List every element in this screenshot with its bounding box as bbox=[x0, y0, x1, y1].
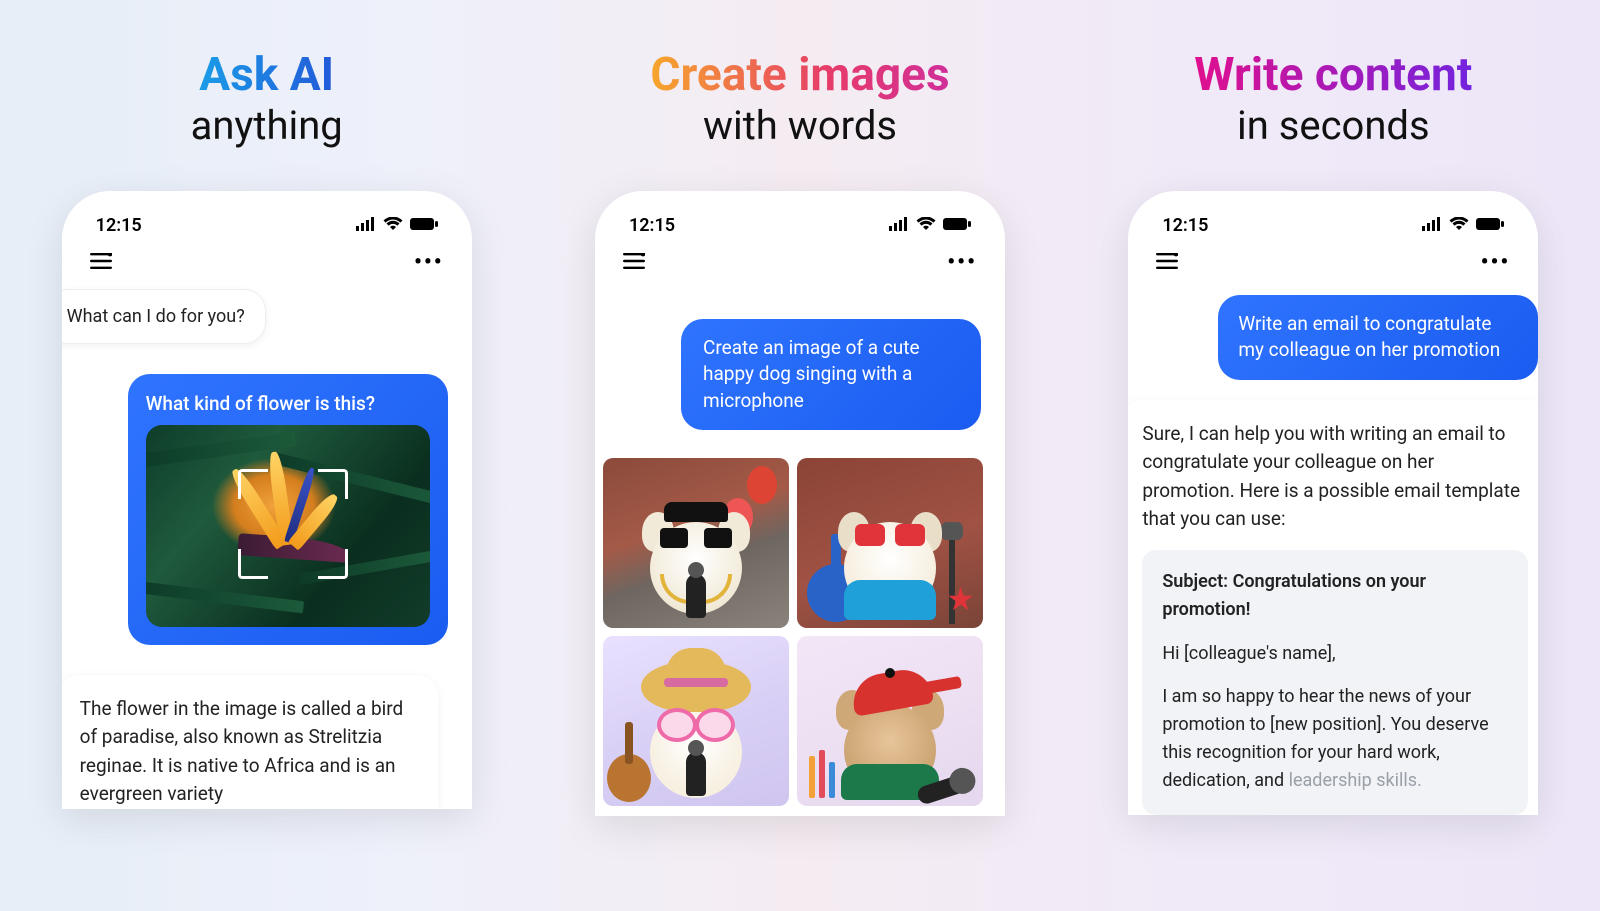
email-template-card: Subject: Congratulations on your promoti… bbox=[1142, 550, 1528, 815]
panel-ask-ai: Ask AI anything 12:15 ••• bbox=[0, 0, 533, 911]
generated-image-4[interactable] bbox=[797, 636, 983, 806]
status-bar: 12:15 bbox=[1152, 211, 1514, 244]
headline-top: Write content bbox=[1194, 50, 1472, 101]
headline-bottom: in seconds bbox=[1194, 101, 1472, 151]
status-icons bbox=[1422, 215, 1504, 236]
attached-flower-image bbox=[146, 425, 430, 627]
headline: Write content in seconds bbox=[1194, 50, 1472, 151]
wifi-icon bbox=[1449, 215, 1469, 236]
assistant-response-text: The flower in the image is called a bird… bbox=[80, 697, 404, 806]
more-icon[interactable]: ••• bbox=[1481, 250, 1511, 275]
signal-icon bbox=[1422, 215, 1442, 236]
menu-icon[interactable] bbox=[623, 250, 645, 275]
signal-icon bbox=[356, 215, 376, 236]
chat-area: Create an image of a cute happy dog sing… bbox=[619, 289, 981, 817]
headline-top: Create images bbox=[650, 50, 949, 101]
battery-icon bbox=[410, 215, 438, 236]
assistant-response-bubble: The flower in the image is called a bird… bbox=[62, 675, 438, 809]
menu-icon[interactable] bbox=[90, 250, 112, 275]
email-body-1: I am so happy to hear the news of your p… bbox=[1162, 683, 1508, 795]
user-question-bubble: What kind of flower is this? bbox=[128, 374, 448, 645]
generated-image-3[interactable] bbox=[603, 636, 789, 806]
chat-area: Write an email to congratulate my collea… bbox=[1152, 289, 1514, 815]
phone-mockup: 12:15 ••• Create an image of a cut bbox=[595, 191, 1005, 817]
wifi-icon bbox=[383, 215, 403, 236]
user-prompt-text: Write an email to congratulate my collea… bbox=[1238, 312, 1500, 362]
assistant-response-intro: Sure, I can help you with writing an ema… bbox=[1142, 420, 1528, 534]
status-icons bbox=[889, 215, 971, 236]
generated-image-1[interactable] bbox=[603, 458, 789, 628]
user-prompt-bubble: Create an image of a cute happy dog sing… bbox=[681, 319, 981, 431]
more-icon[interactable]: ••• bbox=[947, 250, 977, 275]
email-greeting: Hi [colleague's name], bbox=[1162, 640, 1508, 668]
phone-mockup: 12:15 ••• What can I do for you? bbox=[62, 191, 472, 809]
user-prompt-bubble: Write an email to congratulate my collea… bbox=[1218, 295, 1538, 380]
generated-image-grid: ★ bbox=[595, 448, 993, 816]
assistant-greeting-bubble: What can I do for you? bbox=[62, 289, 266, 344]
headline: Create images with words bbox=[650, 50, 949, 151]
nav-bar: ••• bbox=[619, 244, 981, 289]
status-time: 12:15 bbox=[96, 215, 142, 236]
chat-area: What can I do for you? What kind of flow… bbox=[86, 289, 448, 809]
status-icons bbox=[356, 215, 438, 236]
status-time: 12:15 bbox=[1162, 215, 1208, 236]
headline-bottom: with words bbox=[650, 101, 949, 151]
nav-bar: ••• bbox=[86, 244, 448, 289]
headline: Ask AI anything bbox=[191, 50, 343, 151]
phone-mockup: 12:15 ••• Write an email to congra bbox=[1128, 191, 1538, 815]
battery-icon bbox=[943, 215, 971, 236]
headline-bottom: anything bbox=[191, 101, 343, 151]
menu-icon[interactable] bbox=[1156, 250, 1178, 275]
panel-write-content: Write content in seconds 12:15 ••• bbox=[1067, 0, 1600, 911]
user-question-text: What kind of flower is this? bbox=[146, 392, 430, 415]
nav-bar: ••• bbox=[1152, 244, 1514, 289]
generated-image-2[interactable]: ★ bbox=[797, 458, 983, 628]
assistant-greeting-text: What can I do for you? bbox=[67, 306, 245, 327]
status-time: 12:15 bbox=[629, 215, 675, 236]
email-subject: Subject: Congratulations on your promoti… bbox=[1162, 568, 1508, 624]
headline-top: Ask AI bbox=[191, 50, 343, 101]
scan-frame-icon bbox=[238, 469, 348, 579]
wifi-icon bbox=[916, 215, 936, 236]
status-bar: 12:15 bbox=[86, 211, 448, 244]
user-prompt-text: Create an image of a cute happy dog sing… bbox=[703, 336, 920, 412]
panel-create-images: Create images with words 12:15 ••• bbox=[533, 0, 1066, 911]
more-icon[interactable]: ••• bbox=[414, 250, 444, 275]
status-bar: 12:15 bbox=[619, 211, 981, 244]
signal-icon bbox=[889, 215, 909, 236]
battery-icon bbox=[1476, 215, 1504, 236]
assistant-response-bubble: Sure, I can help you with writing an ema… bbox=[1128, 400, 1538, 815]
